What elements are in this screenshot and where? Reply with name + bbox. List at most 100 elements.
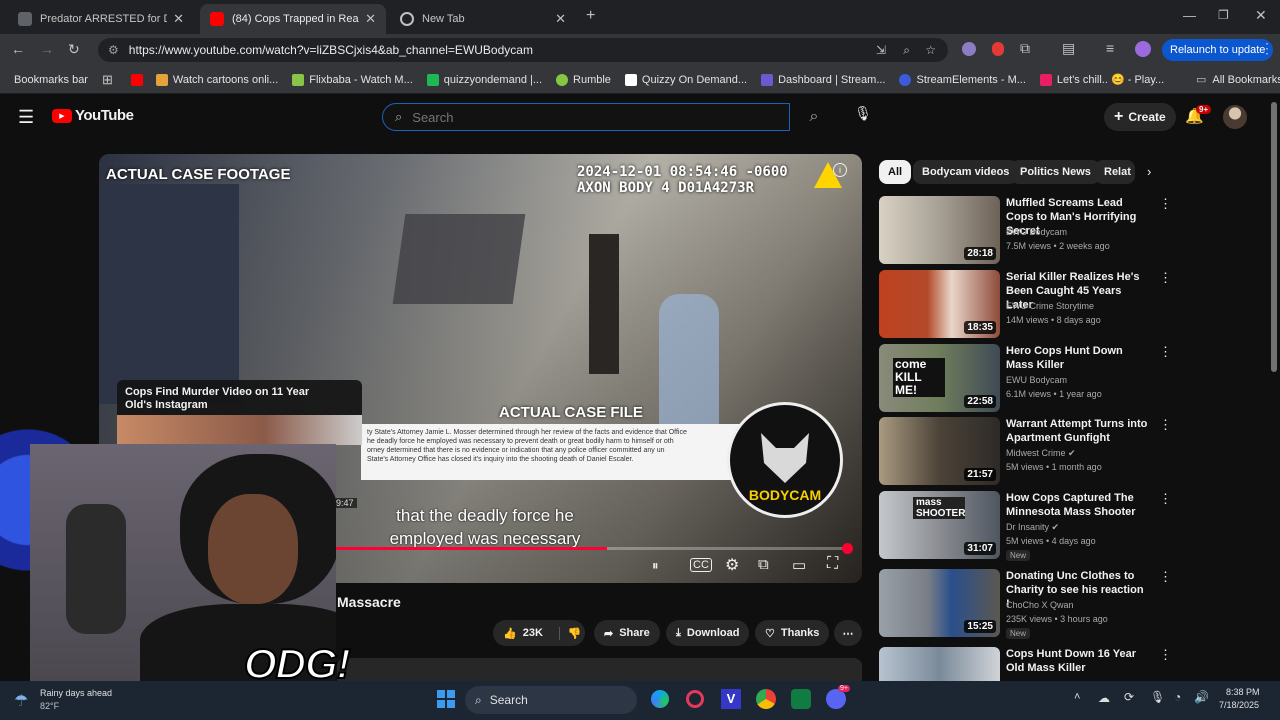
recommended-video[interactable]: come KILL ME! 22:58 Hero Cops Hunt Down …	[879, 344, 1172, 412]
all-bookmarks[interactable]: ▭ All Bookmarks	[1196, 73, 1280, 87]
video-thumbnail[interactable]: 18:35	[879, 270, 1000, 338]
chip-all[interactable]: All	[879, 160, 912, 184]
more-options-icon[interactable]: ⋮	[1159, 196, 1172, 212]
puzzle-icon[interactable]: ⧉	[1020, 40, 1030, 57]
settings-gear-icon[interactable]: ⚙	[725, 555, 739, 575]
sync-tray-icon[interactable]: ⟳	[1124, 690, 1134, 704]
bookmark-item[interactable]: Let's chill.. 😊 - Play...	[1039, 73, 1164, 86]
extension-icon[interactable]	[962, 42, 976, 56]
edge-icon[interactable]	[651, 690, 669, 708]
spreadsheet-app-icon[interactable]	[791, 689, 811, 709]
dislike-icon[interactable]: 👎	[558, 626, 582, 640]
apps-grid-icon[interactable]: ⊞	[102, 72, 113, 88]
bookmarks-bar-label[interactable]: Bookmarks bar	[14, 74, 88, 86]
site-info-icon[interactable]: ⚙	[108, 43, 119, 57]
taskbar-search[interactable]: ⌕ Search	[465, 686, 637, 714]
channel-name[interactable]: EWU Crime Storytime	[1006, 301, 1094, 311]
recommended-video[interactable]: 28:18 Muffled Screams Lead Cops to Man's…	[879, 196, 1172, 264]
theater-mode-icon[interactable]: ▭	[792, 556, 806, 574]
hamburger-menu-icon[interactable]: ☰	[18, 107, 34, 128]
more-actions-button[interactable]: ⋯	[834, 620, 862, 646]
tab-new-tab[interactable]: New Tab ✕	[390, 4, 576, 34]
install-icon[interactable]: ⇲	[876, 43, 886, 57]
chip-politics-news[interactable]: Politics News	[1011, 160, 1100, 184]
video-thumbnail[interactable]: come KILL ME! 22:58	[879, 344, 1000, 412]
wifi-icon[interactable]: ◔	[1174, 690, 1181, 704]
bookmark-item[interactable]: quizzyondemand |...	[426, 73, 542, 86]
side-panel-icon[interactable]: ▤	[1062, 40, 1075, 57]
video-title[interactable]: How Cops Captured The Minnesota Mass Sho…	[1006, 491, 1150, 519]
more-options-icon[interactable]: ⋮	[1159, 647, 1169, 663]
video-thumbnail[interactable]: mass SHOOTER 31:07	[879, 491, 1000, 559]
tab-close-icon[interactable]: ✕	[173, 11, 184, 27]
microphone-tray-icon[interactable]: 🎙	[1150, 690, 1165, 704]
bookmark-item[interactable]: Flixbaba - Watch M...	[292, 73, 413, 86]
reload-icon[interactable]: ↻	[68, 41, 80, 58]
restore-icon[interactable]: ❐	[1218, 8, 1229, 22]
more-options-icon[interactable]: ⋮	[1159, 569, 1172, 585]
scrollbar-thumb[interactable]	[1271, 102, 1277, 372]
bookmark-item[interactable]: Dashboard | Stream...	[761, 73, 885, 86]
thanks-button[interactable]: ♡ Thanks	[755, 620, 830, 646]
video-thumbnail[interactable]: 21:57	[879, 417, 1000, 485]
channel-row[interactable]: Dr Insanity ✔	[1006, 522, 1059, 533]
recommended-video[interactable]: 15:25 Donating Unc Clothes to Charity to…	[879, 569, 1172, 639]
tab-close-icon[interactable]: ✕	[365, 11, 376, 27]
recommended-video[interactable]: Cops Hunt Down 16 Year Old Mass Killer ⋮	[879, 647, 1169, 681]
recommended-video[interactable]: 21:57 Warrant Attempt Turns into Apartme…	[879, 417, 1172, 485]
bookmark-item[interactable]: StreamElements - M...	[899, 73, 1026, 86]
microphone-icon[interactable]: 🎙	[851, 101, 875, 125]
reading-list-icon[interactable]: ≡	[1106, 40, 1114, 56]
forward-icon[interactable]: →	[40, 41, 54, 57]
tab-cops-trapped[interactable]: (84) Cops Trapped in Real-Life ✕	[200, 4, 386, 34]
tab-close-icon[interactable]: ✕	[555, 11, 566, 27]
page-scrollbar[interactable]	[1270, 98, 1278, 681]
weather-icon[interactable]: ☂	[14, 691, 28, 711]
volume-icon[interactable]: 🔊	[1194, 690, 1209, 704]
scrubber-handle[interactable]	[842, 543, 853, 554]
bookmark-item[interactable]: Watch cartoons onli...	[155, 73, 278, 86]
close-window-icon[interactable]: ✕	[1255, 7, 1267, 24]
more-options-icon[interactable]: ⋮	[1159, 344, 1172, 360]
info-icon[interactable]: i	[833, 163, 847, 177]
account-avatar[interactable]	[1223, 105, 1247, 129]
create-button[interactable]: + Create	[1104, 103, 1176, 131]
recommended-video[interactable]: mass SHOOTER 31:07 How Cops Captured The…	[879, 491, 1172, 561]
url-field[interactable]: ⚙ https://www.youtube.com/watch?v=liZBSC…	[98, 38, 948, 62]
video-thumbnail[interactable]	[879, 647, 1000, 681]
video-title[interactable]: Warrant Attempt Turns into Apartment Gun…	[1006, 417, 1150, 445]
video-title[interactable]: Cops Hunt Down 16 Year Old Mass Killer	[1006, 647, 1150, 675]
chrome-icon[interactable]	[756, 689, 776, 709]
back-icon[interactable]: ←	[11, 41, 25, 57]
bookmark-item[interactable]: Rumble	[556, 73, 611, 86]
more-options-icon[interactable]: ⋮	[1159, 491, 1172, 507]
fullscreen-icon[interactable]: ⛶	[827, 555, 838, 573]
minimize-icon[interactable]: —	[1183, 8, 1196, 23]
autoplay-toggle-icon[interactable]: ⏸	[652, 558, 659, 574]
chip-bodycam-videos[interactable]: Bodycam videos	[913, 160, 1019, 184]
kebab-menu-icon[interactable]: ⋮	[1260, 40, 1274, 57]
clock-time[interactable]: 8:38 PM	[1226, 687, 1260, 697]
zoom-icon[interactable]: ⌕	[903, 43, 910, 58]
like-icon[interactable]: 👍	[503, 627, 517, 640]
search-button[interactable]: ⌕	[790, 103, 838, 131]
vegas-app-icon[interactable]: V	[721, 689, 741, 709]
bookmark-item[interactable]: Quizzy On Demand...	[624, 73, 747, 86]
channel-row[interactable]: Midwest Crime ✔	[1006, 448, 1076, 459]
chip-related[interactable]: Relat	[1095, 160, 1135, 184]
share-button[interactable]: ➦ Share	[594, 620, 660, 646]
channel-name[interactable]: ChoCho X Qwan	[1006, 600, 1074, 610]
video-thumbnail[interactable]: 15:25	[879, 569, 1000, 637]
search-box[interactable]: ⌕	[382, 103, 790, 131]
bookmark-star-icon[interactable]: ☆	[925, 43, 936, 57]
video-thumbnail[interactable]: 28:18	[879, 196, 1000, 264]
description-box[interactable]	[337, 658, 862, 681]
discord-icon[interactable]	[826, 689, 846, 709]
start-windows-icon[interactable]	[437, 690, 455, 708]
more-options-icon[interactable]: ⋮	[1159, 417, 1172, 433]
captions-icon[interactable]: CC	[690, 558, 712, 572]
new-tab-button[interactable]: +	[586, 7, 595, 25]
profile-avatar[interactable]	[1135, 41, 1151, 57]
relaunch-button[interactable]: Relaunch to update	[1162, 39, 1274, 61]
weather-forecast[interactable]: Rainy days ahead	[40, 688, 112, 698]
